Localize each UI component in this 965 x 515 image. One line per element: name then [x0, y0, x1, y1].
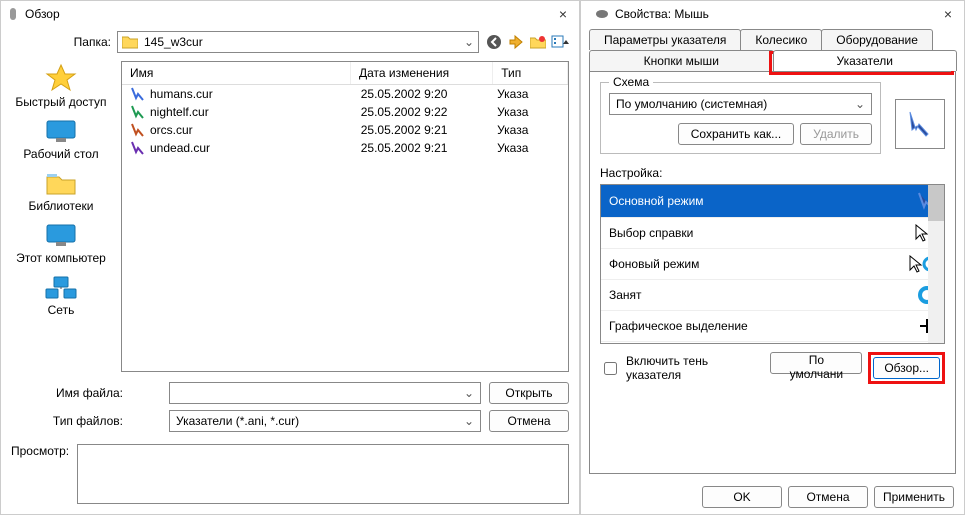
tab-strip: Параметры указателя Колесико Оборудовани…	[589, 29, 956, 71]
dialog-buttons: OK Отмена Применить	[581, 480, 964, 514]
mouse-properties-dialog: Свойства: Мышь × Параметры указателя Кол…	[580, 0, 965, 515]
pointer-row[interactable]: Графическое выделение	[601, 311, 944, 342]
place-libraries[interactable]: Библиотеки	[28, 171, 93, 213]
shadow-label: Включить тень указателя	[626, 354, 764, 382]
save-as-button[interactable]: Сохранить как...	[678, 123, 794, 145]
tab-pointer-options[interactable]: Параметры указателя	[589, 29, 741, 50]
file-name: undead.cur	[150, 141, 210, 155]
pointer-label: Графическое выделение	[609, 319, 748, 333]
delete-button[interactable]: Удалить	[800, 123, 872, 145]
place-computer[interactable]: Этот компьютер	[16, 223, 106, 265]
pointer-label: Занят	[609, 288, 642, 302]
cursor-app-icon	[7, 7, 19, 21]
chevron-down-icon: ⌄	[464, 386, 474, 400]
scheme-legend: Схема	[609, 75, 653, 89]
pointer-row[interactable]: Основной режим	[601, 185, 944, 218]
props-titlebar: Свойства: Мышь ×	[581, 1, 964, 27]
new-folder-icon[interactable]	[529, 33, 547, 51]
chevron-down-icon: ⌄	[855, 97, 865, 111]
places-bar: Быстрый доступ Рабочий стол Библиотеки Э…	[1, 57, 121, 376]
mouse-icon	[595, 8, 609, 20]
apply-button[interactable]: Применить	[874, 486, 954, 508]
file-type: Указа	[497, 123, 560, 137]
tab-wheel[interactable]: Колесико	[740, 29, 822, 50]
file-list-area: Имя Дата изменения Тип humans.cur 25.05.2…	[121, 61, 569, 372]
filename-input[interactable]: ⌄	[169, 382, 481, 404]
folder-row: Папка: 145_w3cur ⌄	[1, 27, 579, 57]
props-title: Свойства: Мышь	[615, 7, 709, 21]
file-date: 25.05.2002 9:22	[361, 105, 497, 119]
shadow-checkbox[interactable]	[604, 362, 617, 375]
scheme-combo[interactable]: По умолчанию (системная) ⌄	[609, 93, 872, 115]
file-row[interactable]: nightelf.cur 25.05.2002 9:22Указа	[122, 103, 568, 121]
settings-label: Настройка:	[600, 166, 945, 180]
scheme-group: Схема По умолчанию (системная) ⌄ Сохрани…	[600, 82, 881, 154]
tab-content: Схема По умолчанию (системная) ⌄ Сохрани…	[589, 71, 956, 474]
red-highlight-2: Обзор...	[868, 352, 945, 384]
scheme-preview	[895, 99, 945, 149]
filename-label: Имя файла:	[11, 386, 131, 400]
folder-toolbar	[485, 33, 569, 51]
chevron-down-icon: ⌄	[464, 35, 474, 49]
file-name: nightelf.cur	[150, 105, 209, 119]
tab-pointers[interactable]: Указатели	[773, 50, 958, 71]
folder-combo[interactable]: 145_w3cur ⌄	[117, 31, 479, 53]
browse-button[interactable]: Обзор...	[873, 357, 940, 379]
folder-value: 145_w3cur	[144, 35, 203, 49]
pointer-label: Основной режим	[609, 194, 704, 208]
file-date: 25.05.2002 9:20	[361, 87, 497, 101]
tab-buttons[interactable]: Кнопки мыши	[589, 50, 774, 71]
browse-title: Обзор	[25, 7, 60, 21]
file-row[interactable]: orcs.cur 25.05.2002 9:21Указа	[122, 121, 568, 139]
up-icon[interactable]	[507, 33, 525, 51]
filetype-combo[interactable]: Указатели (*.ani, *.cur) ⌄	[169, 410, 481, 432]
default-button[interactable]: По умолчани	[770, 352, 862, 374]
file-type: Указа	[497, 105, 560, 119]
close-icon[interactable]: ×	[553, 6, 573, 22]
cursor-file-icon	[130, 87, 144, 101]
pointer-label: Фоновый режим	[609, 257, 699, 271]
file-row[interactable]: undead.cur 25.05.2002 9:21Указа	[122, 139, 568, 157]
file-type: Указа	[497, 141, 560, 155]
preview-label: Просмотр:	[11, 444, 69, 458]
filetype-label: Тип файлов:	[11, 414, 131, 428]
file-list[interactable]: humans.cur25.05.2002 9:20Указаnightelf.c…	[122, 85, 568, 371]
cursor-file-icon	[130, 105, 144, 119]
file-header: Имя Дата изменения Тип	[122, 62, 568, 85]
file-date: 25.05.2002 9:21	[361, 141, 497, 155]
place-quick-access[interactable]: Быстрый доступ	[15, 63, 106, 109]
folder-label: Папка:	[11, 35, 111, 49]
file-row[interactable]: humans.cur 25.05.2002 9:20Указа	[122, 85, 568, 103]
close-icon[interactable]: ×	[938, 6, 958, 22]
col-type[interactable]: Тип	[493, 62, 568, 84]
tab-hardware[interactable]: Оборудование	[821, 29, 933, 50]
file-type: Указа	[497, 87, 560, 101]
place-desktop[interactable]: Рабочий стол	[23, 119, 98, 161]
open-button[interactable]: Открыть	[489, 382, 569, 404]
place-network[interactable]: Сеть	[44, 275, 78, 317]
cursor-file-icon	[130, 123, 144, 137]
pointer-row[interactable]: Фоновый режим	[601, 249, 944, 280]
browse-titlebar: Обзор ×	[1, 1, 579, 27]
pointer-row[interactable]: Занят	[601, 280, 944, 311]
cancel-button-props[interactable]: Отмена	[788, 486, 868, 508]
chevron-down-icon: ⌄	[464, 414, 474, 428]
col-name[interactable]: Имя	[122, 62, 351, 84]
browse-dialog: Обзор × Папка: 145_w3cur ⌄ Быстрый досту…	[0, 0, 580, 515]
cursor-file-icon	[130, 141, 144, 155]
pointer-label: Выбор справки	[609, 226, 693, 240]
scrollbar-thumb[interactable]	[928, 185, 944, 221]
back-icon[interactable]	[485, 33, 503, 51]
view-menu-icon[interactable]	[551, 33, 569, 51]
ok-button[interactable]: OK	[702, 486, 782, 508]
folder-icon	[122, 35, 138, 49]
col-date[interactable]: Дата изменения	[351, 62, 493, 84]
pointer-list[interactable]: Основной режим Выбор справки? Фоновый режи…	[600, 184, 945, 344]
file-date: 25.05.2002 9:21	[361, 123, 497, 137]
preview-box	[77, 444, 569, 504]
file-name: humans.cur	[150, 87, 213, 101]
file-name: orcs.cur	[150, 123, 193, 137]
pointer-row[interactable]: Выбор справки?	[601, 218, 944, 249]
cancel-button[interactable]: Отмена	[489, 410, 569, 432]
